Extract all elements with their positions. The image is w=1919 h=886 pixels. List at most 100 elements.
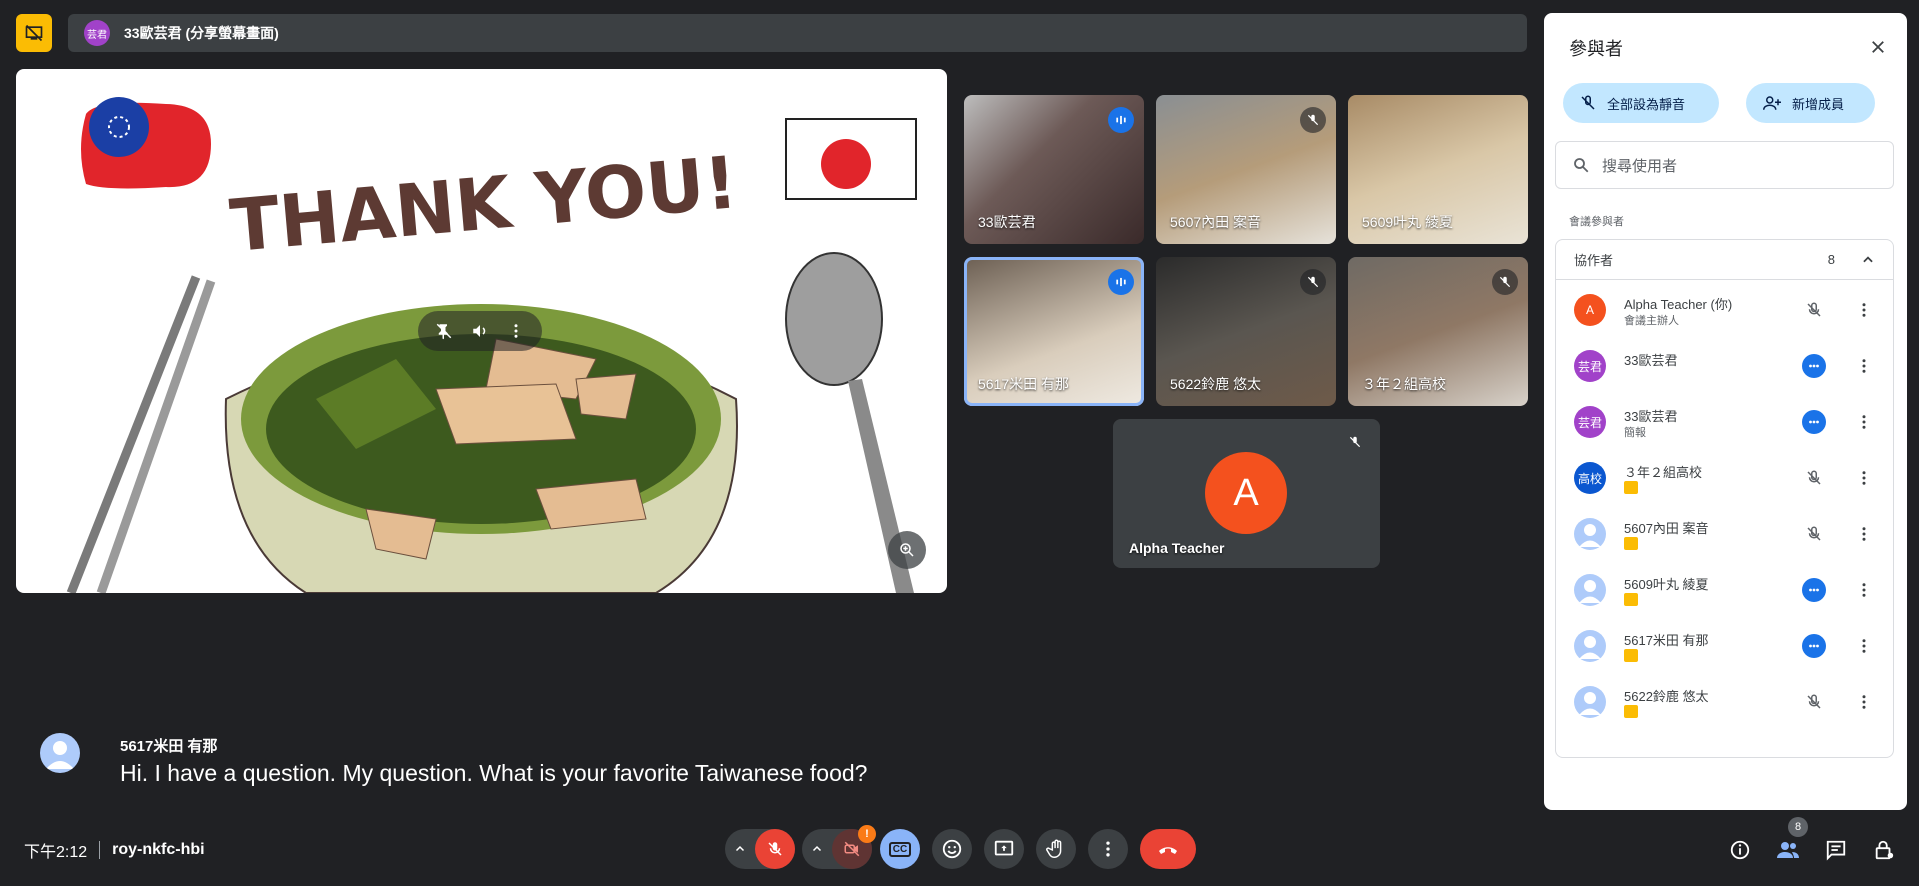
people-icon[interactable] [1772, 834, 1804, 866]
presenter-avatar: 芸君 [84, 20, 110, 46]
more-vert-icon[interactable] [1852, 354, 1876, 378]
video-tile[interactable]: 5607內田 案音 [1156, 95, 1336, 244]
participant-name: 5622鈴鹿 悠太 [1624, 689, 1709, 704]
search-people-field[interactable]: 搜尋使用者 [1555, 141, 1894, 189]
speaking-indicator-icon[interactable] [1802, 410, 1826, 434]
collaborators-group: 協作者 8 A Alpha Teacher (你) 會議主辦人 芸君 33歐芸君 芸君 33… [1555, 239, 1894, 758]
participant-avatar: A [1574, 294, 1606, 326]
mic-off-button[interactable] [755, 829, 795, 869]
chevron-up-icon[interactable] [725, 829, 755, 869]
divider [99, 841, 101, 859]
group-name: 協作者 [1574, 253, 1614, 268]
add-people-button[interactable]: 新增成員 [1746, 83, 1875, 123]
host-controls-icon[interactable] [1868, 834, 1900, 866]
presentation-controls [418, 311, 542, 351]
close-icon[interactable] [1864, 33, 1892, 61]
video-tile[interactable]: 5622鈴鹿 悠太 [1156, 257, 1336, 406]
more-vert-icon[interactable] [1852, 522, 1876, 546]
camera-control-group: ! [802, 825, 876, 869]
participant-name: ３年２組高校 [1624, 465, 1703, 480]
mic-off-icon [1300, 269, 1326, 295]
hand-icon [1046, 839, 1062, 858]
tile-name: Alpha Teacher [1129, 540, 1225, 556]
speaking-indicator-icon[interactable] [1802, 634, 1826, 658]
hang-up-icon [1159, 847, 1177, 854]
more-vert-icon[interactable] [1852, 690, 1876, 714]
more-options-button[interactable] [1088, 829, 1128, 869]
leave-call-button[interactable] [1140, 829, 1196, 869]
presenter-label: 33歐芸君 (分享螢幕畫面) [124, 25, 279, 41]
mic-off-icon[interactable] [1802, 522, 1826, 546]
self-video-tile[interactable]: A Alpha Teacher [1113, 419, 1380, 568]
more-vert-icon[interactable] [1852, 578, 1876, 602]
mute-all-label: 全部設為靜音 [1607, 96, 1686, 112]
more-vert-icon[interactable] [1852, 298, 1876, 322]
video-tile[interactable]: 5609叶丸 綾夏 [1348, 95, 1528, 244]
camera-off-button[interactable]: ! [832, 825, 876, 869]
section-label: 會議參與者 [1569, 216, 1624, 228]
unpin-icon[interactable] [432, 319, 456, 343]
video-tile[interactable]: 33歐芸君 [964, 95, 1144, 244]
participant-row[interactable]: 高校 ３年２組高校 [1556, 450, 1893, 506]
more-options-icon[interactable] [504, 319, 528, 343]
participant-row[interactable]: A Alpha Teacher (你) 會議主辦人 [1556, 282, 1893, 338]
zoom-icon[interactable] [888, 531, 926, 569]
presenting-tag-icon [1624, 593, 1638, 606]
participant-name: 33歐芸君 [1624, 409, 1678, 424]
participant-avatar: 芸君 [1574, 406, 1606, 438]
mic-off-icon[interactable] [1802, 690, 1826, 714]
present-button[interactable] [984, 829, 1024, 869]
chat-icon[interactable] [1820, 834, 1852, 866]
mic-off-icon [1342, 429, 1368, 455]
panel-title: 參與者 [1569, 39, 1623, 59]
meeting-info-icon[interactable] [1724, 834, 1756, 866]
video-tile-active[interactable]: 5617米田 有那 [964, 257, 1144, 406]
search-icon [1574, 158, 1589, 173]
volume-icon[interactable] [468, 319, 492, 343]
add-people-label: 新增成員 [1792, 96, 1845, 112]
participant-row[interactable]: 芸君 33歐芸君 [1556, 338, 1893, 394]
mic-off-icon[interactable] [1802, 298, 1826, 322]
caption-avatar [40, 733, 80, 773]
more-vert-icon[interactable] [1852, 410, 1876, 434]
participant-row[interactable]: 5622鈴鹿 悠太 [1556, 674, 1893, 730]
participant-row[interactable]: 5617米田 有那 [1556, 618, 1893, 674]
self-avatar: A [1205, 452, 1287, 534]
video-tile[interactable]: ３年２組高校 [1348, 257, 1528, 406]
emoji-button[interactable] [932, 829, 972, 869]
caption-speaker: 5617米田 有那 [120, 738, 218, 755]
participant-name: 33歐芸君 [1624, 353, 1678, 368]
presenter-bar: 芸君 33歐芸君 (分享螢幕畫面) [68, 14, 1527, 52]
participant-avatar: 高校 [1574, 462, 1606, 494]
chevron-up-icon[interactable] [1861, 253, 1875, 267]
presenting-tag-icon [1624, 481, 1638, 494]
mic-off-icon[interactable] [1802, 466, 1826, 490]
participant-role: 簡報 [1624, 427, 1646, 439]
participant-avatar [1574, 518, 1606, 550]
tile-name: ３年２組高校 [1362, 376, 1446, 392]
participant-row[interactable]: 5607內田 案音 [1556, 506, 1893, 562]
participant-avatar [1574, 630, 1606, 662]
tile-name: 5609叶丸 綾夏 [1362, 214, 1454, 230]
search-input[interactable]: 搜尋使用者 [1602, 155, 1677, 176]
more-vert-icon[interactable] [1852, 466, 1876, 490]
participant-row[interactable]: 5609叶丸 綾夏 [1556, 562, 1893, 618]
raise-hand-button[interactable] [1036, 829, 1076, 869]
speaking-indicator-icon[interactable] [1802, 578, 1826, 602]
chevron-up-icon[interactable] [802, 829, 832, 869]
participant-role: 會議主辦人 [1624, 315, 1679, 327]
mic-off-icon [1581, 95, 1595, 110]
speaking-indicator-icon [1108, 269, 1134, 295]
mute-all-button[interactable]: 全部設為靜音 [1563, 83, 1719, 123]
participant-name: Alpha Teacher (你) [1624, 297, 1733, 312]
speaking-indicator-icon [1108, 107, 1134, 133]
captions-button[interactable]: CC [880, 829, 920, 869]
meeting-details: 下午2:12 roy-nkfc-hbi [24, 838, 205, 862]
participant-row[interactable]: 芸君 33歐芸君簡報 [1556, 394, 1893, 450]
speaking-indicator-icon[interactable] [1802, 354, 1826, 378]
mic-off-icon [1492, 269, 1518, 295]
participant-name: 5617米田 有那 [1624, 633, 1709, 648]
group-header[interactable]: 協作者 8 [1556, 240, 1893, 280]
more-vert-icon[interactable] [1852, 634, 1876, 658]
stop-presenting-icon[interactable] [16, 14, 52, 52]
